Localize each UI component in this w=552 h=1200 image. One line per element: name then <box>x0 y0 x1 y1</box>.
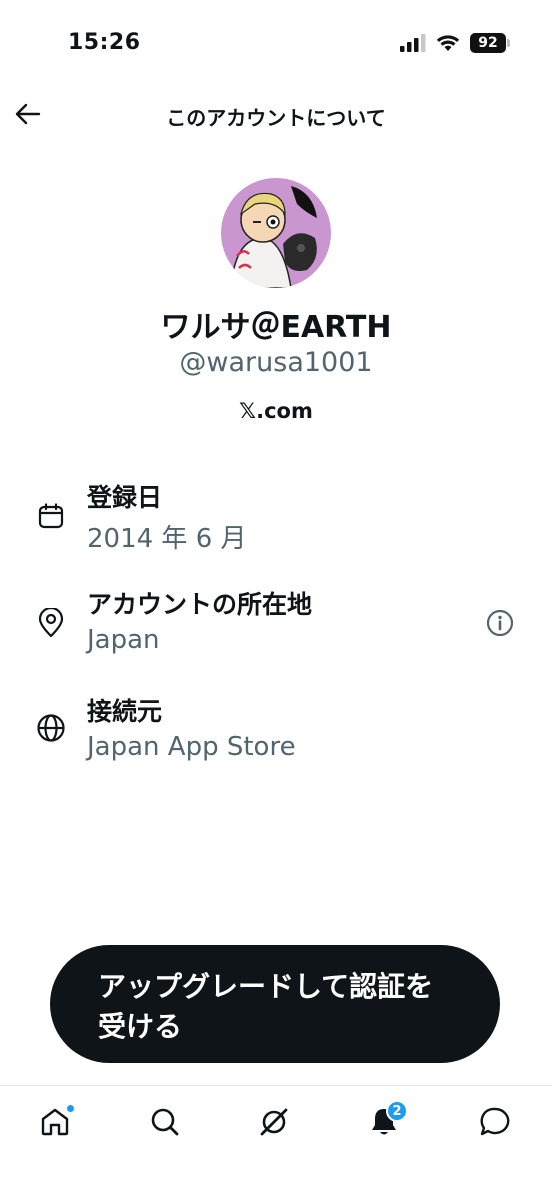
info-row-location: アカウントの所在地 Japan <box>0 585 552 665</box>
cellular-signal-icon <box>400 34 426 52</box>
display-name: ワルサ＠EARTH <box>160 310 392 345</box>
info-circle-icon <box>486 609 514 637</box>
globe-icon <box>35 712 67 744</box>
tab-search[interactable] <box>143 1100 187 1144</box>
avatar[interactable] <box>221 178 331 288</box>
tab-notifications[interactable]: 2 <box>362 1100 408 1144</box>
status-icons: 92 <box>400 33 510 53</box>
page-title: このアカウントについて <box>166 106 386 130</box>
tab-grok[interactable] <box>252 1100 296 1144</box>
tab-messages[interactable] <box>473 1100 517 1144</box>
status-time: 15:26 <box>68 30 141 55</box>
location-info-button[interactable] <box>484 607 516 639</box>
search-icon <box>151 1108 179 1136</box>
battery-level: 92 <box>478 35 498 51</box>
location-pin-icon <box>35 607 67 639</box>
username-handle: @warusa1001 <box>179 347 373 378</box>
location-label: アカウントの所在地 <box>87 590 313 619</box>
connected-via-value: Japan App Store <box>87 732 296 762</box>
grok-icon <box>260 1108 288 1136</box>
notifications-badge: 2 <box>386 1100 408 1122</box>
connected-via-label: 接続元 <box>87 697 163 726</box>
upgrade-verified-button[interactable]: アップグレードして認証を受ける <box>50 945 500 1063</box>
avatar-illustration <box>221 178 331 288</box>
battery-indicator: 92 <box>470 33 510 53</box>
joined-value: 2014 年 6 月 <box>87 524 247 554</box>
wifi-icon <box>436 35 460 51</box>
tab-home[interactable] <box>33 1100 77 1144</box>
location-value: Japan <box>87 625 160 655</box>
info-row-connected-via: 接続元 Japan App Store <box>0 692 552 772</box>
calendar-icon <box>35 500 67 532</box>
info-row-joined: 登録日 2014 年 6 月 <box>0 478 552 558</box>
message-bubble-icon <box>480 1107 510 1136</box>
home-unread-dot <box>66 1104 75 1113</box>
source-site-link[interactable]: 𝕏.com <box>0 399 552 423</box>
bottom-tab-bar: 2 <box>0 1085 552 1200</box>
joined-label: 登録日 <box>87 483 163 512</box>
header: このアカウントについて <box>0 90 552 142</box>
status-bar: 15:26 92 <box>0 0 552 90</box>
